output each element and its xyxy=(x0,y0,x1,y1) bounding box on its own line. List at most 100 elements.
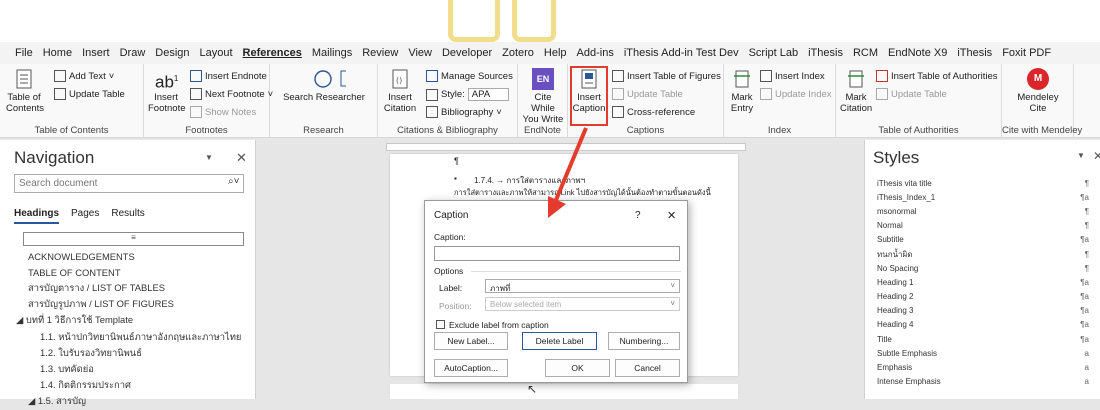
bibliography-button[interactable]: Bibliography ˅ xyxy=(426,106,502,118)
menu-tab-insert[interactable]: Insert xyxy=(77,47,115,59)
menu-tab-review[interactable]: Review xyxy=(357,47,403,59)
exclude-label-checkbox[interactable] xyxy=(436,320,445,329)
menu-tab-file[interactable]: File xyxy=(10,47,38,59)
manage-sources-button[interactable]: Manage Sources xyxy=(426,70,513,82)
style-select[interactable]: Style: APA xyxy=(426,88,510,101)
menu-tab-add-ins[interactable]: Add-ins xyxy=(572,47,619,59)
menu-tab-developer[interactable]: Developer xyxy=(437,47,497,59)
insert-footnote-button[interactable]: ab1 Insert Footnote xyxy=(148,68,186,114)
cross-reference-button[interactable]: Cross-reference xyxy=(612,106,695,118)
nav-heading-item[interactable]: 1.4. กิตติกรรมประกาศ xyxy=(0,378,256,394)
insert-endnote-button[interactable]: Insert Endnote xyxy=(190,70,267,82)
style-item[interactable]: No Spacing ¶ xyxy=(877,261,1089,275)
autocaption-button[interactable]: AutoCaption... xyxy=(434,359,508,377)
ok-button[interactable]: OK xyxy=(545,359,610,377)
style-item[interactable]: msonormal ¶ xyxy=(877,204,1089,218)
group-footnotes: ab1 Insert Footnote Insert Endnote Next … xyxy=(144,64,273,138)
search-icon[interactable]: ⌕˅ xyxy=(228,176,239,187)
style-item[interactable]: iThesis_Index_1 ¶a xyxy=(877,190,1089,204)
delete-label-button[interactable]: Delete Label xyxy=(522,332,597,350)
chevron-down-icon[interactable]: ▼ xyxy=(1077,151,1085,160)
menu-tab-help[interactable]: Help xyxy=(539,47,572,59)
style-item[interactable]: Normal ¶ xyxy=(877,219,1089,233)
nav-heading-item[interactable]: สารบัญรูปภาพ / LIST OF FIGURES xyxy=(0,297,256,313)
mark-citation-button[interactable]: Mark Citation xyxy=(840,68,872,114)
heading-filter-input[interactable]: ≡ xyxy=(23,232,244,246)
update-table-label: Update Table xyxy=(891,88,947,100)
update-index-button[interactable]: Update Index xyxy=(760,88,832,100)
mark-entry-icon xyxy=(734,70,750,88)
style-item[interactable]: Title ¶a xyxy=(877,332,1089,346)
search-input[interactable]: Search document xyxy=(14,174,244,193)
update-table-button[interactable]: Update Table xyxy=(54,88,125,100)
new-label-button[interactable]: New Label... xyxy=(434,332,508,350)
menu-tab-endnote-x9[interactable]: EndNote X9 xyxy=(883,47,952,59)
nav-heading-item[interactable]: 1.2. ใบรับรองวิทยานิพนธ์ xyxy=(0,345,256,361)
menu-tab-mailings[interactable]: Mailings xyxy=(307,47,357,59)
menu-tab-design[interactable]: Design xyxy=(150,47,194,59)
style-item[interactable]: Subtitle ¶a xyxy=(877,233,1089,247)
cancel-button[interactable]: Cancel xyxy=(615,359,680,377)
help-button[interactable]: ? xyxy=(635,210,641,221)
numbering-button[interactable]: Numbering... xyxy=(608,332,680,350)
nav-tab-pages[interactable]: Pages xyxy=(71,208,99,224)
insert-citation-button[interactable]: () Insert Citation xyxy=(382,68,418,114)
mendeley-logo-icon: M xyxy=(1027,68,1049,90)
menu-tab-ithesis[interactable]: iThesis xyxy=(952,47,997,59)
insert-table-of-figures-button[interactable]: Insert Table of Figures xyxy=(612,70,721,82)
nav-heading-item[interactable]: 1.3. บทคัดย่อ xyxy=(0,361,256,377)
menu-tab-ithesis[interactable]: iThesis xyxy=(803,47,848,59)
insert-table-of-authorities-button[interactable]: Insert Table of Authorities xyxy=(876,70,998,82)
table-of-contents-button[interactable]: Table of Contents xyxy=(6,68,44,114)
update-table-authorities-button[interactable]: Update Table xyxy=(876,88,947,100)
nav-tab-results[interactable]: Results xyxy=(111,208,144,224)
menu-tab-foxit-pdf[interactable]: Foxit PDF xyxy=(997,47,1056,59)
group-label: Table of Authorities xyxy=(878,125,959,136)
menu-tab-draw[interactable]: Draw xyxy=(115,47,151,59)
nav-heading-item[interactable]: TABLE OF CONTENT xyxy=(0,264,256,280)
style-item[interactable]: ทนกน้ำผิด ¶ xyxy=(877,247,1089,261)
nav-heading-item[interactable]: ACKNOWLEDGEMENTS xyxy=(0,248,256,264)
menu-tab-script-lab[interactable]: Script Lab xyxy=(744,47,804,59)
style-item[interactable]: Emphasis a xyxy=(877,360,1089,374)
close-icon[interactable]: ✕ xyxy=(1093,149,1100,163)
close-button[interactable]: ✕ xyxy=(667,209,676,222)
show-notes-button[interactable]: Show Notes xyxy=(190,106,256,118)
style-item[interactable]: Subtle Emphasis a xyxy=(877,346,1089,360)
search-researcher-button[interactable]: Search Researcher xyxy=(278,68,370,103)
nav-heading-item[interactable]: ◢ บทที่ 1 วิธีการใช้ Template xyxy=(0,313,256,329)
menu-tab-layout[interactable]: Layout xyxy=(195,47,238,59)
mendeley-cite-button[interactable]: M Mendeley Cite xyxy=(1012,68,1064,114)
style-item[interactable]: Heading 2 ¶a xyxy=(877,290,1089,304)
menu-tab-home[interactable]: Home xyxy=(38,47,77,59)
nav-heading-item[interactable]: สารบัญตาราง / LIST OF TABLES xyxy=(0,280,256,296)
menu-tab-ithesis-add-in-test-dev[interactable]: iThesis Add-in Test Dev xyxy=(619,47,744,59)
label-select[interactable]: ภาพที่ ˅ xyxy=(485,279,680,293)
nav-heading-item[interactable]: 1.1. หน้าปกวิทยานิพนธ์ภาษาอังกฤษและภาษาไ… xyxy=(0,329,256,345)
position-select[interactable]: Below selected item ˅ xyxy=(485,297,680,311)
menu-tab-zotero[interactable]: Zotero xyxy=(497,47,539,59)
next-footnote-button[interactable]: Next Footnote ˅ xyxy=(190,88,273,100)
nav-heading-item[interactable]: ◢ 1.5. สารบัญ xyxy=(0,394,256,410)
style-item[interactable]: Heading 3 ¶a xyxy=(877,304,1089,318)
logo-watermark xyxy=(448,0,500,42)
close-icon[interactable]: ✕ xyxy=(236,150,247,166)
nav-tab-headings[interactable]: Headings xyxy=(14,208,60,224)
menu-bar: File Home Insert Draw Design Layout References… xyxy=(0,42,1100,64)
cite-while-you-write-button[interactable]: EN Cite While You Write xyxy=(522,68,564,125)
update-table-figures-button[interactable]: Update Table xyxy=(612,88,683,100)
menu-tab-references[interactable]: References xyxy=(238,47,307,59)
chevron-down-icon[interactable]: ▼ xyxy=(205,153,213,162)
add-text-button[interactable]: Add Text ˅ xyxy=(54,70,114,82)
mark-entry-button[interactable]: Mark Entry xyxy=(728,68,756,114)
menu-tab-rcm[interactable]: RCM xyxy=(848,47,883,59)
menu-tab-view[interactable]: View xyxy=(403,47,437,59)
insert-index-button[interactable]: Insert Index xyxy=(760,70,825,82)
ruler-strip[interactable] xyxy=(386,143,746,151)
caption-input[interactable] xyxy=(434,246,680,261)
style-item[interactable]: Heading 4 ¶a xyxy=(877,318,1089,332)
style-item[interactable]: Heading 1 ¶a xyxy=(877,275,1089,289)
label-field-label: Label: xyxy=(439,283,463,293)
style-item[interactable]: Intense Emphasis a xyxy=(877,375,1089,389)
style-item[interactable]: iThesis vita title ¶ xyxy=(877,176,1089,190)
